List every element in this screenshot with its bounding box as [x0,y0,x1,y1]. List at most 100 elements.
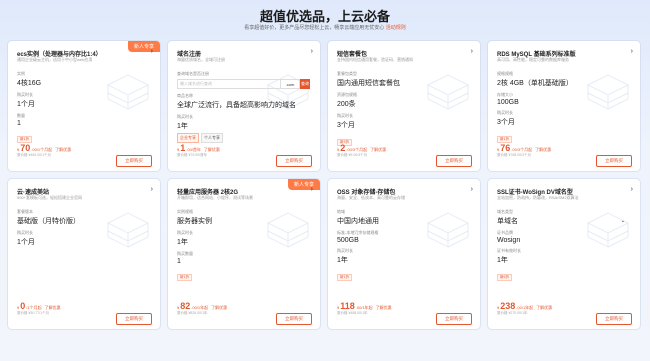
field-label: 实例 [17,71,25,76]
promo-info-link[interactable]: 了解优惠 [370,147,386,153]
buy-now-button[interactable]: 立即购买 [436,313,472,325]
product-card[interactable]: 新人专享 ecs实例（处理器与内存比1:4） › 通用企业级云主机，适用于中小型web… [8,41,160,171]
original-price: 原价格 ¥30.77/1个月 [17,311,50,315]
card-description: 海量、安全、低成本、高可靠的云存储 [337,195,405,200]
field-label: 套餐版本 [17,209,33,214]
currency-symbol: ¥ [497,305,500,310]
price: ¥82.00/1年起 了解优惠 [177,301,227,311]
field-value[interactable]: 1年 [177,237,311,247]
field-label: 实例规格 [177,209,193,214]
original-price: 原价格 ¥464.00/1个月 [17,153,52,157]
field-label: 证书有效时长 [497,248,521,253]
buyer-type-chip[interactable]: 企业专享 [177,133,199,143]
buy-now-button[interactable]: 立即购买 [116,313,152,325]
field-value[interactable]: 1 [177,258,311,265]
field-value: 500GB [337,237,359,244]
field-label: 查询域名是否注册 [177,71,209,76]
chevron-right-icon[interactable]: › [151,48,153,55]
price-value: 70 [20,143,31,153]
card-fields: 规格规格 2核 4GB（单机基础版） 存储大小 100GB 购买时长 3个月 新1折 [497,67,631,145]
original-price: 原价格 ¥79.00/首年 [177,153,208,157]
price-value: 82 [180,301,191,311]
promo-info-link[interactable]: 了解优惠 [536,305,552,311]
price-value: 76 [500,143,511,153]
price: ¥238.00/1年起 了解优惠 [497,301,552,311]
promo-info-link[interactable]: 了解优惠 [55,147,71,153]
original-price: 原价格 ¥768.00/3个月 [497,153,532,157]
domain-search-button[interactable]: 查询 [300,79,310,89]
card-fields: 查询域名是否注册 输入域名进行查询 .com 查询 商品名称 全球广泛流行，具备超高影响力… [177,67,311,143]
price-value: 2 [340,143,346,153]
discount-tag: 新1折 [337,274,352,281]
product-card[interactable]: OSS 对象存储-存储包 › 海量、安全、低成本、高可靠的云存储 地域 中国内地通用 标准… [328,179,480,329]
chevron-right-icon[interactable]: › [311,48,313,55]
hero-title: 超值优选品，上云必备 [259,9,390,24]
currency-symbol: ¥ [177,147,180,152]
original-price: 原价格 ¥270.00/1年 [497,311,528,315]
card-fields: 套餐包类型 国内通用短信套餐包 资源包规格 200条 购买时长 3个月 新3折 [337,67,471,148]
field-value[interactable]: 1年 [497,255,631,265]
field-label: 套餐包类型 [337,71,357,76]
price: ¥70.00/1个月起 了解优惠 [17,143,71,153]
field-value[interactable]: 1年 [177,121,311,131]
price: ¥118.00/1年起 了解优惠 [337,301,392,311]
field-label: 购买时长 [17,92,33,97]
field-value[interactable]: 1年 [337,255,471,265]
field-value[interactable]: 1 [17,120,151,127]
field-value[interactable]: 1个月 [17,237,151,247]
field-value[interactable]: 3个月 [497,117,631,127]
promo-info-link[interactable]: 了解优惠 [535,147,551,153]
product-card[interactable]: 域名注册 › 海量优质域名，全域可注册 查询域名是否注册 输入域名进行查询 .com 查询商… [168,41,320,171]
field-label: 资源包规格 [337,92,357,97]
card-fields: 域名类型 单域名 ⌄ 证书品牌 Wosign 证书有效时长 1年 新6折 [497,205,631,283]
price: ¥1.00/首年 了解优惠 [177,143,220,153]
buy-now-button[interactable]: 立即购买 [596,155,632,167]
buy-now-button[interactable]: 立即购买 [276,313,312,325]
product-card[interactable]: SSL证书-WoSign DV域名型 › 全站加密，防劫持，防篡改，RSA/SM2双… [488,179,640,329]
field-label: 数量 [17,113,25,118]
chevron-right-icon[interactable]: › [631,186,633,193]
new-user-badge: 新人专享 [287,179,320,190]
buy-now-button[interactable]: 立即购买 [596,313,632,325]
rules-link[interactable]: 活动规则 [386,25,406,31]
field-value: 100GB [497,99,519,106]
discount-tag: 新1折 [497,136,512,143]
buy-now-button[interactable]: 立即购买 [436,155,472,167]
domain-search-input[interactable]: 输入域名进行查询 [177,79,281,89]
chevron-right-icon[interactable]: › [311,186,313,193]
field-label: 购买数量 [177,251,193,256]
domain-suffix-select[interactable]: .com [281,79,300,89]
new-user-badge: 新人专享 [127,41,160,52]
promo-info-link[interactable]: 了解优惠 [376,305,392,311]
card-description: 全站加密，防劫持，防篡改，RSA/SM2双算法 [497,195,579,200]
field-value: 2核 4GB（单机基础版） [497,80,573,87]
product-card[interactable]: 新人专享 轻量应用服务器 2核2G › 开箱即用，适合网站、小程序、测试等场景 实例规格… [168,179,320,329]
field-label: 存储大小 [497,92,513,97]
product-card[interactable]: 云·速成美站 › 500+套模板可选，轻松搭建企业官网 套餐版本 基础版（月特价版） 购买… [8,179,160,329]
field-label: 规格规格 [497,71,513,76]
discount-tag: 新6折 [497,274,512,281]
field-value[interactable]: 1个月 [17,99,151,109]
price: ¥76.00/3个月起 了解优惠 [497,143,551,153]
domain-type-select[interactable]: 单域名 ⌄ [497,216,625,226]
card-fields: 实例规格 服务器实例 购买时长 1年 购买数量 1 新1折 [177,205,311,283]
buyer-type-chips: 企业专享 个人专享 [177,133,311,143]
field-label: 地域 [337,209,345,214]
field-value: 国内通用短信套餐包 [337,80,400,87]
promo-info-link[interactable]: 了解优惠 [211,305,227,311]
field-label: 购买时长 [177,230,193,235]
product-card[interactable]: 短信套餐包 › 支持国内短信通用套餐，验证码、营销通知 套餐包类型 国内通用短信套餐包资… [328,41,480,171]
buy-now-button[interactable]: 立即购买 [276,155,312,167]
price-value: 1 [180,143,186,153]
chevron-right-icon[interactable]: › [631,48,633,55]
buy-now-button[interactable]: 立即购买 [116,155,152,167]
product-card[interactable]: RDS MySQL 基础系列标准版 › 高可用、高性能，稳定可靠的数据库服务 规格规格… [488,41,640,171]
chevron-right-icon[interactable]: › [151,186,153,193]
chevron-right-icon[interactable]: › [471,48,473,55]
price-value: 0 [20,301,26,311]
field-value[interactable]: 3个月 [337,120,471,130]
card-description: 海量优质域名，全域可注册 [177,57,225,62]
hero-subtitle-text: 看享超值好价，更多产品尽您轻松上云，畅享云端应用无忧安心 [244,25,385,31]
buyer-type-chip[interactable]: 个人专享 [201,133,223,143]
chevron-right-icon[interactable]: › [471,186,473,193]
